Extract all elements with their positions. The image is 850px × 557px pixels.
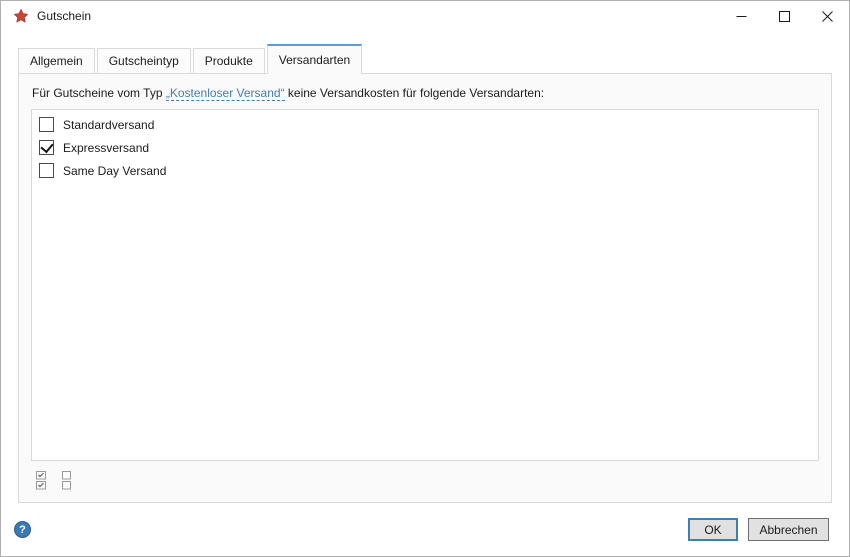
shipping-options-listbox: Standardversand Expressversand Same Day … bbox=[31, 109, 819, 461]
deselect-all-button[interactable] bbox=[59, 470, 74, 491]
shipping-option-label: Standardversand bbox=[63, 118, 154, 132]
tab-produkte[interactable]: Produkte bbox=[193, 48, 265, 74]
tab-label: Allgemein bbox=[30, 54, 83, 68]
voucher-type-link[interactable]: „Kostenloser Versand“ bbox=[166, 86, 285, 101]
ok-button[interactable]: OK bbox=[688, 518, 738, 541]
shipping-option-checkbox[interactable] bbox=[39, 140, 54, 155]
tab-label: Produkte bbox=[205, 54, 253, 68]
shipping-option-label: Same Day Versand bbox=[63, 164, 166, 178]
window-title: Gutschein bbox=[37, 9, 91, 23]
select-all-icon bbox=[35, 470, 48, 491]
select-all-button[interactable] bbox=[34, 470, 49, 491]
close-button[interactable] bbox=[806, 1, 849, 31]
titlebar: Gutschein bbox=[1, 1, 849, 31]
help-icon[interactable]: ? bbox=[14, 521, 31, 538]
tab-strip: Allgemein Gutscheintyp Produkte Versanda… bbox=[1, 44, 849, 73]
deselect-all-icon bbox=[61, 470, 72, 491]
shipping-option-label: Expressversand bbox=[63, 141, 149, 155]
tab-gutscheintyp[interactable]: Gutscheintyp bbox=[97, 48, 191, 74]
maximize-button[interactable] bbox=[763, 1, 806, 31]
shipping-option-checkbox[interactable] bbox=[39, 163, 54, 178]
shipping-option-row[interactable]: Expressversand bbox=[32, 136, 818, 159]
tab-versandarten[interactable]: Versandarten bbox=[267, 44, 362, 74]
voucher-star-icon bbox=[14, 9, 28, 23]
instruction-prefix: Für Gutscheine vom Typ bbox=[32, 86, 166, 100]
list-toolbar bbox=[31, 470, 819, 491]
tab-label: Versandarten bbox=[279, 53, 350, 67]
gutschein-dialog: Gutschein Allgemein Gutscheintyp Produkt… bbox=[0, 0, 850, 557]
tab-allgemein[interactable]: Allgemein bbox=[18, 48, 95, 74]
dialog-footer: ? OK Abbrechen bbox=[1, 503, 849, 556]
instruction-suffix: keine Versandkosten für folgende Versand… bbox=[285, 86, 545, 100]
dialog-buttons: OK Abbrechen bbox=[688, 518, 829, 541]
tab-content-panel: Für Gutscheine vom Typ „Kostenloser Vers… bbox=[18, 73, 832, 503]
cancel-button[interactable]: Abbrechen bbox=[748, 518, 829, 541]
shipping-option-row[interactable]: Standardversand bbox=[32, 113, 818, 136]
minimize-button[interactable] bbox=[720, 1, 763, 31]
shipping-option-row[interactable]: Same Day Versand bbox=[32, 159, 818, 182]
window-controls bbox=[720, 1, 849, 31]
shipping-option-checkbox[interactable] bbox=[39, 117, 54, 132]
tab-label: Gutscheintyp bbox=[109, 54, 179, 68]
instruction-text: Für Gutscheine vom Typ „Kostenloser Vers… bbox=[32, 86, 818, 100]
